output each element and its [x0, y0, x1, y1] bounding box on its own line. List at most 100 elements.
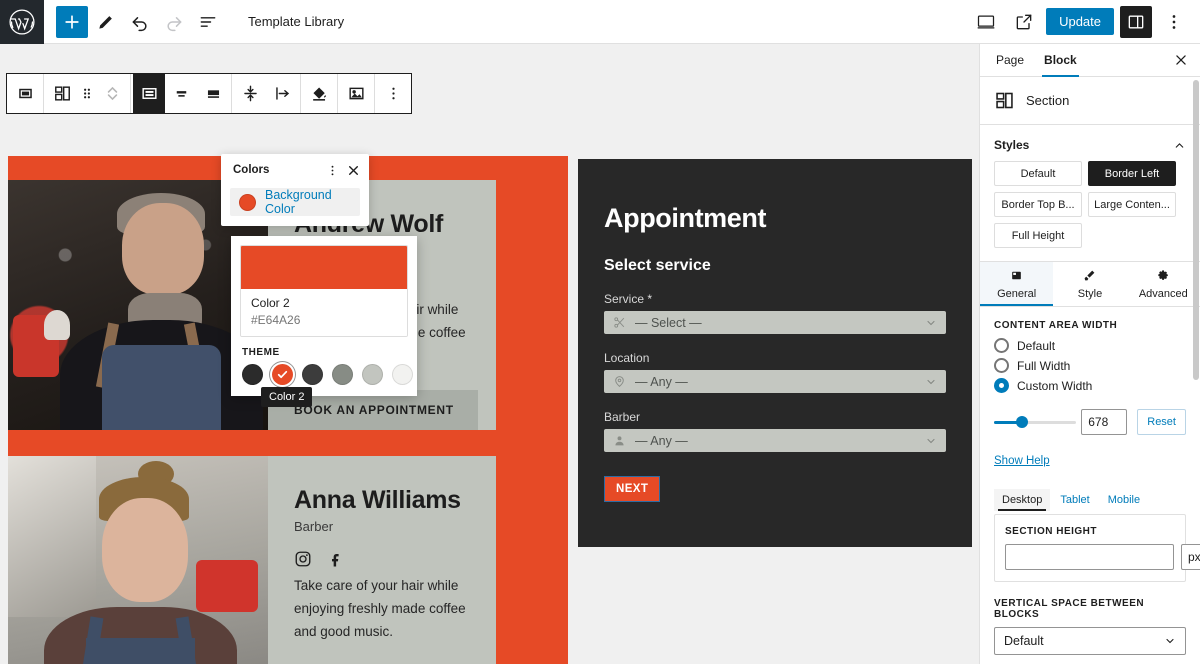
section-height-unit-select[interactable]: px — [1181, 544, 1200, 570]
content-area-width-label: CONTENT AREA WIDTH — [994, 320, 1118, 331]
theme-swatch-1[interactable] — [242, 364, 263, 385]
align-wide-icon[interactable] — [197, 74, 229, 113]
external-link-icon[interactable] — [1008, 6, 1040, 38]
section-height-input[interactable] — [1005, 544, 1174, 570]
vertical-space-group: VERTICAL SPACE BETWEEN BLOCKS Default — [994, 598, 1186, 655]
content-width-option-2[interactable]: Full Width — [994, 358, 1186, 373]
device-tab-mobile[interactable]: Mobile — [1100, 489, 1148, 511]
sidebar-close-icon[interactable] — [1168, 47, 1194, 73]
member-social-links — [294, 550, 470, 568]
facebook-icon[interactable] — [326, 550, 344, 568]
block-toolbar — [6, 73, 412, 114]
content-width-option-1[interactable]: Default — [994, 338, 1186, 353]
background-color-swatch — [239, 193, 256, 211]
edit-mode-pencil-icon[interactable] — [90, 6, 122, 38]
desktop-preview-icon[interactable] — [970, 6, 1002, 38]
settings-sidebar-toggle[interactable] — [1120, 5, 1152, 38]
team-member-card[interactable]: Anna Williams Barber Take care of your h… — [8, 456, 496, 664]
toolbar-group-more — [375, 74, 411, 113]
content-width-option-3[interactable]: Custom Width — [994, 378, 1186, 393]
chevron-updown-icon[interactable] — [96, 74, 128, 113]
toolbar-group-colors — [301, 74, 338, 113]
vertical-space-select[interactable]: Default — [994, 627, 1186, 655]
style-option-3[interactable]: Border Top B... — [994, 192, 1082, 217]
location-select[interactable]: — Any — — [604, 370, 946, 393]
style-option-2[interactable]: Border Left — [1088, 161, 1176, 186]
device-tab-tablet[interactable]: Tablet — [1052, 489, 1097, 511]
instagram-icon[interactable] — [294, 550, 312, 568]
tab-page[interactable]: Page — [986, 44, 1034, 77]
tab-block[interactable]: Block — [1034, 44, 1087, 77]
theme-swatch-4[interactable] — [332, 364, 353, 385]
member-info: Anna Williams Barber Take care of your h… — [268, 456, 496, 664]
colors-popover-title: Colors — [233, 164, 270, 176]
update-button[interactable]: Update — [1046, 8, 1114, 35]
subtab-general[interactable]: General — [980, 262, 1054, 306]
redo-arrow-icon[interactable] — [158, 6, 190, 38]
colors-popover-more-icon[interactable] — [322, 158, 342, 182]
general-panel-body: CONTENT AREA WIDTH Default Full Width Cust… — [980, 307, 1200, 655]
theme-swatch-3[interactable] — [302, 364, 323, 385]
add-block-button[interactable] — [56, 5, 88, 38]
brush-icon — [1085, 270, 1095, 281]
barber-label: Barber — [604, 410, 641, 424]
slider-thumb[interactable] — [1016, 416, 1029, 428]
radio-indicator — [994, 338, 1009, 353]
toolbar-group-align — [131, 74, 232, 113]
selected-block-header: Section — [980, 77, 1200, 125]
show-help-link[interactable]: Show Help — [994, 455, 1050, 467]
sidebar-scrollbar[interactable] — [1193, 80, 1199, 380]
align-full-icon[interactable] — [133, 74, 165, 113]
theme-swatch-6[interactable] — [392, 364, 413, 385]
drag-dots-icon[interactable] — [78, 74, 96, 113]
document-title: Template Library — [248, 14, 345, 29]
custom-width-input[interactable] — [1081, 409, 1128, 435]
paint-bucket-icon[interactable] — [303, 74, 335, 113]
reset-width-button[interactable]: Reset — [1137, 409, 1186, 435]
background-color-label: Background Color — [265, 188, 332, 216]
styles-section-header[interactable]: Styles — [980, 125, 1200, 161]
style-option-5[interactable]: Full Height — [994, 223, 1082, 248]
image-icon[interactable] — [340, 74, 372, 113]
service-field: Service * — Select — — [604, 292, 946, 334]
style-option-1[interactable]: Default — [994, 161, 1082, 186]
member-name: Anna Williams — [294, 486, 461, 514]
horizontal-spacing-icon[interactable] — [266, 74, 298, 113]
person-icon — [615, 436, 624, 446]
undo-arrow-icon[interactable] — [124, 6, 156, 38]
three-dots-vertical-icon[interactable] — [377, 74, 409, 113]
toolbar-group-block-type — [7, 74, 44, 113]
colors-popover-header: Colors — [221, 154, 369, 186]
member-bio: Take care of your hair while enjoying fr… — [294, 577, 466, 640]
more-options-icon[interactable] — [1158, 6, 1190, 38]
custom-width-slider[interactable] — [994, 414, 1076, 430]
style-option-4[interactable]: Large Conten... — [1088, 192, 1176, 217]
section-height-unit-value: px — [1188, 550, 1200, 564]
align-center-icon[interactable] — [165, 74, 197, 113]
radio-label: Full Width — [1017, 358, 1071, 373]
section-block-icon[interactable] — [9, 74, 41, 113]
service-select[interactable]: — Select — — [604, 311, 946, 334]
page-canvas: Andrew Wolf Barber — [0, 44, 979, 664]
general-panel-icon — [1012, 271, 1021, 280]
list-view-icon[interactable] — [192, 6, 224, 38]
subtab-advanced[interactable]: Advanced — [1127, 262, 1200, 306]
colors-popover-close-icon[interactable] — [343, 158, 363, 182]
check-icon — [272, 364, 293, 385]
subtab-style[interactable]: Style — [1053, 262, 1126, 306]
section-height-label: SECTION HEIGHT — [1005, 526, 1098, 537]
background-color-row[interactable]: Background Color — [230, 188, 360, 216]
wordpress-logo-icon[interactable] — [0, 0, 44, 44]
theme-swatch-5[interactable] — [362, 364, 383, 385]
columns-block-icon[interactable] — [46, 74, 78, 113]
radio-label: Default — [1017, 338, 1056, 353]
next-button[interactable]: NEXT — [604, 476, 661, 502]
appointment-form-block[interactable]: Appointment Select service Service * — S… — [578, 159, 972, 547]
barber-select[interactable]: — Any — — [604, 429, 946, 452]
device-tab-desktop[interactable]: Desktop — [994, 489, 1051, 511]
sidebar-tabs: Page Block — [980, 44, 1200, 77]
toolbar-group-spacing — [232, 74, 301, 113]
theme-swatch-2[interactable] — [272, 364, 293, 385]
vertical-spacing-icon[interactable] — [234, 74, 266, 113]
radio-indicator — [994, 378, 1009, 393]
